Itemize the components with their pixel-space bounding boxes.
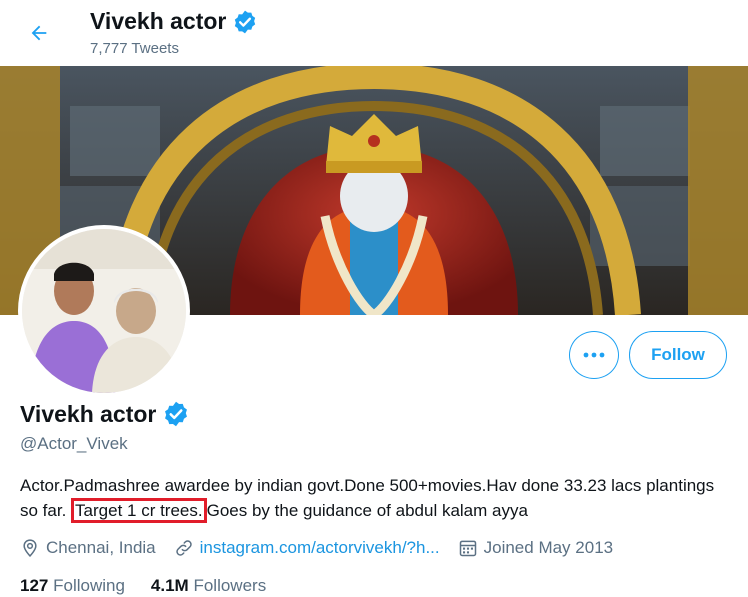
bio-text-part2: Goes by the guidance of abdul kalam ayya (206, 501, 528, 520)
location-item: Chennai, India (20, 538, 156, 558)
back-button[interactable] (22, 16, 56, 50)
follow-stats: 127 Following 4.1M Followers (20, 576, 266, 596)
profile-avatar[interactable] (18, 225, 190, 397)
website-item[interactable]: instagram.com/actorvivekh/?h... (174, 538, 440, 558)
following-count: 127 (20, 576, 49, 595)
website-link[interactable]: instagram.com/actorvivekh/?h... (200, 538, 440, 558)
profile-meta: Chennai, India instagram.com/actorvivekh… (20, 536, 631, 560)
following-label: Following (53, 576, 125, 595)
profile-name: Vivekh actor (20, 400, 190, 428)
follow-button[interactable]: Follow (629, 331, 727, 379)
followers-label: Followers (193, 576, 267, 595)
top-bar: Vivekh actor 7,777 Tweets (0, 0, 748, 66)
verified-badge-icon (235, 10, 256, 33)
location-pin-icon (23, 539, 37, 557)
joined-item: Joined May 2013 (458, 538, 613, 558)
verified-badge-icon (165, 401, 188, 427)
header-name: Vivekh actor (90, 8, 227, 34)
profile-display-name: Vivekh actor (20, 400, 157, 427)
profile-handle: @Actor_Vivek (20, 434, 128, 453)
followers-link[interactable]: 4.1M Followers (151, 576, 266, 596)
tweet-count: 7,777 Tweets (90, 40, 179, 57)
location-text: Chennai, India (46, 538, 156, 557)
arrow-left-icon (31, 25, 47, 41)
more-dots-icon (583, 352, 605, 358)
followers-count: 4.1M (150, 576, 189, 595)
joined-text: Joined May 2013 (483, 538, 614, 557)
header-title: Vivekh actor (90, 8, 258, 35)
more-options-button[interactable] (569, 331, 619, 379)
bio-highlight: Target 1 cr trees. (71, 498, 207, 523)
following-link[interactable]: 127 Following (20, 576, 125, 596)
calendar-icon (459, 540, 476, 557)
link-icon (175, 540, 192, 556)
profile-bio: Actor.Padmashree awardee by indian govt.… (20, 473, 732, 523)
